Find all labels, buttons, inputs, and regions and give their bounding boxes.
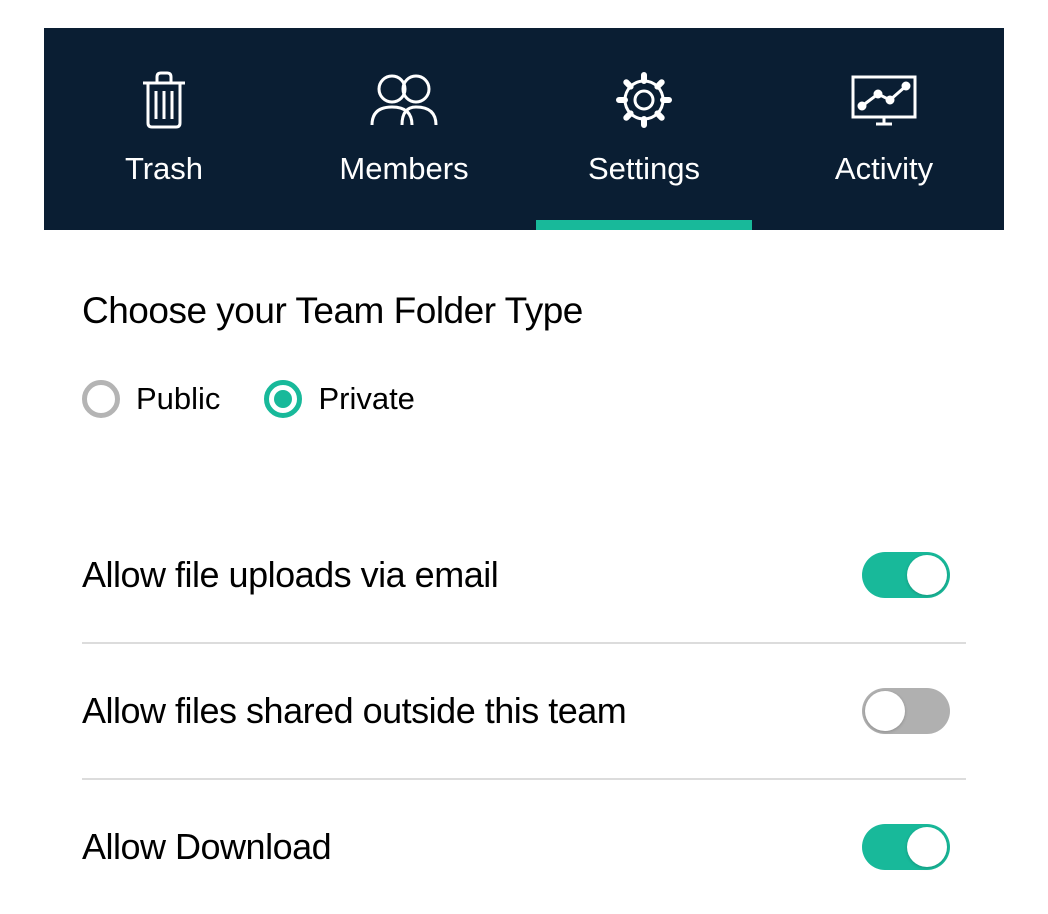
toggle-knob <box>907 827 947 867</box>
setting-label: Allow files shared outside this team <box>82 690 626 732</box>
setting-label: Allow file uploads via email <box>82 554 498 596</box>
radio-option-private[interactable]: Private <box>264 380 414 418</box>
members-icon <box>368 71 440 129</box>
toggle-email-uploads[interactable] <box>862 552 950 598</box>
tab-label: Members <box>339 151 468 187</box>
tab-members[interactable]: Members <box>284 28 524 230</box>
toggle-knob <box>865 691 905 731</box>
radio-circle <box>264 380 302 418</box>
toggle-allow-download[interactable] <box>862 824 950 870</box>
tab-settings[interactable]: Settings <box>524 28 764 230</box>
setting-row-share-outside: Allow files shared outside this team <box>82 644 966 780</box>
tab-bar: Trash Members Settings <box>44 28 1004 230</box>
activity-icon <box>850 71 918 129</box>
radio-label: Public <box>136 381 220 417</box>
radio-circle <box>82 380 120 418</box>
settings-icon <box>615 71 673 129</box>
trash-icon <box>141 71 187 129</box>
settings-content: Choose your Team Folder Type Public Priv… <box>0 230 1048 914</box>
setting-row-email-uploads: Allow file uploads via email <box>82 508 966 644</box>
toggle-share-outside[interactable] <box>862 688 950 734</box>
tab-activity[interactable]: Activity <box>764 28 1004 230</box>
setting-label: Allow Download <box>82 826 331 868</box>
tab-trash[interactable]: Trash <box>44 28 284 230</box>
tab-label: Settings <box>588 151 700 187</box>
section-title: Choose your Team Folder Type <box>82 290 966 332</box>
tab-label: Activity <box>835 151 933 187</box>
tab-active-underline <box>536 220 752 230</box>
folder-type-radio-group: Public Private <box>82 380 966 418</box>
radio-label: Private <box>318 381 414 417</box>
radio-option-public[interactable]: Public <box>82 380 220 418</box>
tab-label: Trash <box>125 151 203 187</box>
toggle-knob <box>907 555 947 595</box>
setting-row-allow-download: Allow Download <box>82 780 966 914</box>
